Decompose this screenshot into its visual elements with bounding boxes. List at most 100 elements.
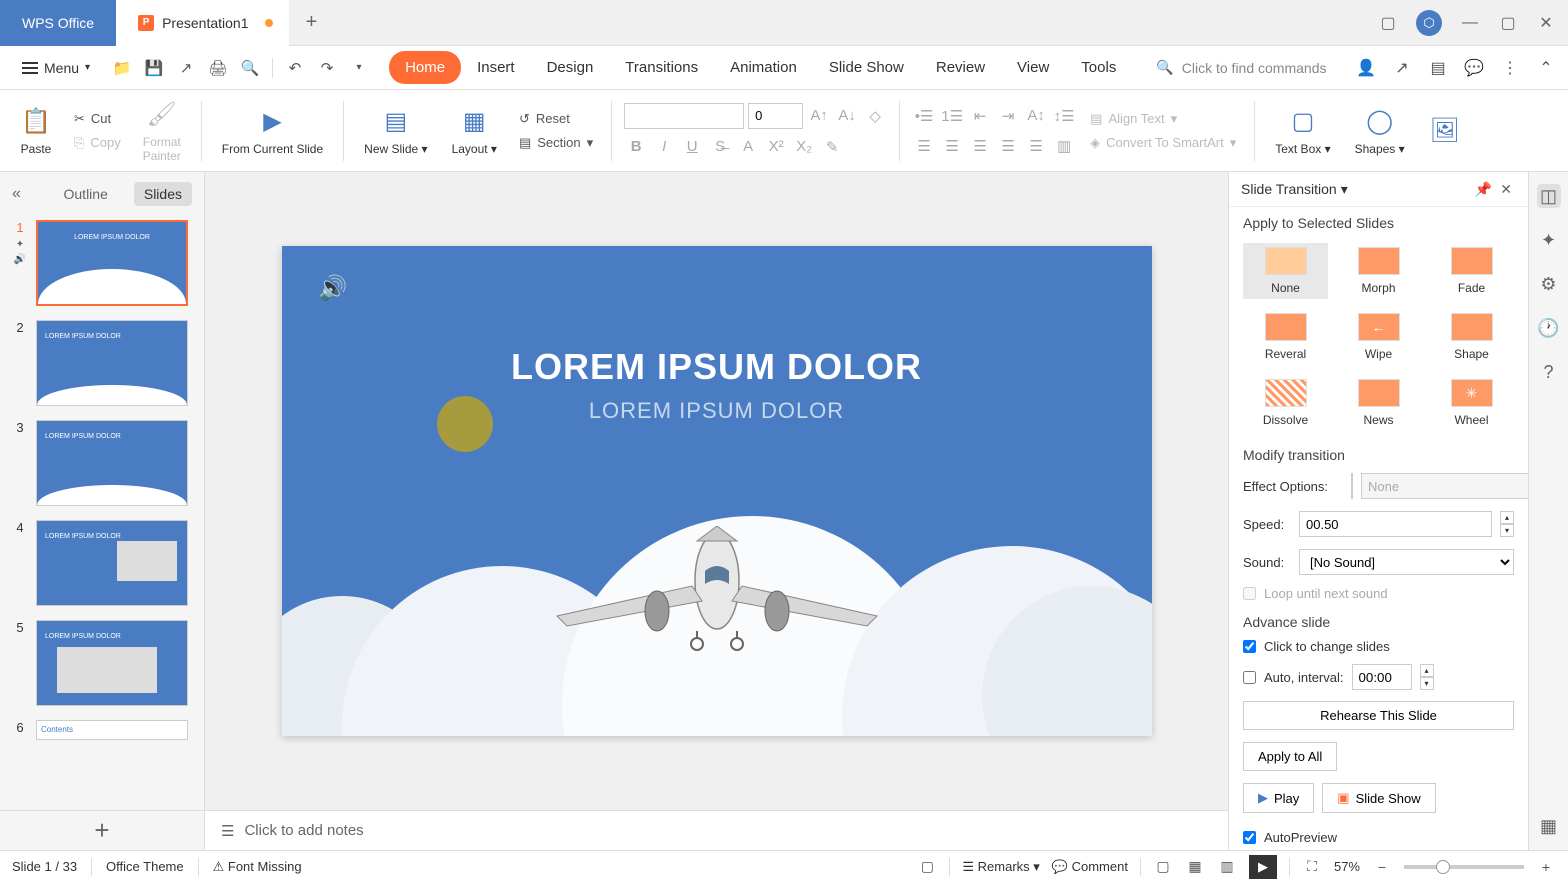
undo-icon[interactable]: ↶ [285, 58, 305, 78]
maximize-icon[interactable]: ▢ [1498, 13, 1518, 33]
auto-checkbox[interactable] [1243, 671, 1256, 684]
new-tab-button[interactable]: + [297, 8, 327, 38]
history-pane-icon[interactable]: 🕐 [1537, 316, 1561, 340]
interval-spinner[interactable]: ▴▾ [1420, 664, 1434, 690]
slide-title[interactable]: LOREM IPSUM DOLOR [282, 346, 1152, 388]
font-name-input[interactable] [624, 103, 744, 129]
tab-design[interactable]: Design [531, 51, 610, 84]
wps-cloud-icon[interactable]: ⬡ [1416, 10, 1442, 36]
outline-tab[interactable]: Outline [54, 182, 118, 206]
distribute-button[interactable]: ☰ [1024, 134, 1048, 158]
feedback-icon[interactable]: 💬 [1464, 58, 1484, 78]
columns-button[interactable]: ▥ [1052, 134, 1076, 158]
transition-fade[interactable]: Fade [1429, 243, 1514, 299]
decrease-indent-button[interactable]: ⇤ [968, 104, 992, 128]
shapes-button[interactable]: ◯ Shapes ▾ [1347, 102, 1413, 160]
cut-button[interactable]: ✂Cut [68, 109, 127, 129]
close-icon[interactable]: ✕ [1536, 13, 1556, 33]
slides-tab[interactable]: Slides [134, 182, 192, 206]
slideshow-play-button[interactable]: ▶ [1249, 855, 1277, 879]
comment-button[interactable]: 💬 Comment [1052, 859, 1128, 875]
reset-button[interactable]: ↺Reset [513, 109, 599, 129]
tab-slide-show[interactable]: Slide Show [813, 51, 920, 84]
tab-insert[interactable]: Insert [461, 51, 531, 84]
help-pane-icon[interactable]: ? [1537, 360, 1561, 384]
save-icon[interactable]: 💾 [144, 58, 164, 78]
transition-wipe[interactable]: ←Wipe [1336, 309, 1421, 365]
bold-button[interactable]: B [624, 135, 648, 159]
sound-select[interactable]: [No Sound] [1299, 549, 1514, 575]
airplane-graphic[interactable] [537, 526, 897, 666]
paste-button[interactable]: 📋 Paste [12, 102, 60, 160]
speed-input[interactable] [1299, 511, 1492, 537]
font-size-input[interactable] [748, 103, 803, 129]
font-missing-warning[interactable]: ⚠ Font Missing [213, 859, 302, 875]
slide-thumbnail[interactable]: LOREM IPSUM DOLOR [36, 620, 188, 706]
slide-thumbnail[interactable]: LOREM IPSUM DOLOR [36, 420, 188, 506]
slide-subtitle[interactable]: LOREM IPSUM DOLOR [282, 398, 1152, 424]
fit-icon[interactable]: ▢ [917, 857, 937, 877]
superscript-button[interactable]: X² [764, 135, 788, 159]
rehearse-button[interactable]: Rehearse This Slide [1243, 701, 1514, 730]
tab-review[interactable]: Review [920, 51, 1001, 84]
subscript-button[interactable]: X₂ [792, 135, 816, 159]
underline-button[interactable]: U [680, 135, 704, 159]
line-spacing-button[interactable]: ↕☰ [1052, 104, 1076, 128]
share-icon[interactable]: ↗ [1392, 58, 1412, 78]
transition-dissolve[interactable]: Dissolve [1243, 375, 1328, 431]
font-color-button[interactable]: A [736, 135, 760, 159]
menu-button[interactable]: Menu ▾ [12, 56, 100, 80]
print-preview-icon[interactable]: 🔍 [240, 58, 260, 78]
minimize-icon[interactable]: — [1460, 13, 1480, 33]
remarks-button[interactable]: ☰ Remarks ▾ [962, 859, 1039, 875]
vertical-scrollbar[interactable] [1214, 172, 1228, 810]
document-tab[interactable]: P Presentation1 [116, 0, 288, 46]
template-icon[interactable]: ▤ [1428, 58, 1448, 78]
add-slide-button[interactable]: + [0, 810, 204, 850]
speed-spinner[interactable]: ▴▾ [1500, 511, 1514, 537]
transition-news[interactable]: News [1336, 375, 1421, 431]
close-panel-icon[interactable]: ✕ [1496, 181, 1516, 198]
italic-button[interactable]: I [652, 135, 676, 159]
transition-none[interactable]: None [1243, 243, 1328, 299]
clear-format-icon[interactable]: ◇ [863, 104, 887, 128]
transition-shape[interactable]: Shape [1429, 309, 1514, 365]
tab-transitions[interactable]: Transitions [609, 51, 714, 84]
collapse-ribbon-icon[interactable]: ⌃ [1536, 58, 1556, 78]
play-button[interactable]: ▶Play [1243, 783, 1314, 813]
more-icon[interactable]: ⋮ [1500, 58, 1520, 78]
slide-thumbnail[interactable]: Contents [36, 720, 188, 740]
animation-pane-icon[interactable]: ✦ [1537, 228, 1561, 252]
highlight-button[interactable]: ✎ [820, 135, 844, 159]
command-search[interactable]: 🔍 Click to find commands [1156, 59, 1326, 76]
tab-tools[interactable]: Tools [1065, 51, 1132, 84]
text-direction-button[interactable]: A↕ [1024, 104, 1048, 128]
effect-options-select[interactable] [1361, 473, 1551, 499]
tab-animation[interactable]: Animation [714, 51, 813, 84]
pin-icon[interactable]: 📌 [1471, 181, 1496, 198]
export-icon[interactable]: ↗ [176, 58, 196, 78]
format-painter-button[interactable]: 🖌 Format Painter [135, 95, 189, 167]
thumbnail-list[interactable]: 1 ✦ 🔊 LOREM IPSUM DOLOR 2 LOREM IPSUM DO… [0, 216, 204, 810]
transition-pane-icon[interactable]: ◫ [1537, 184, 1561, 208]
loop-checkbox[interactable] [1243, 587, 1256, 600]
window-layout-icon[interactable]: ▢ [1378, 13, 1398, 33]
slide-show-button[interactable]: ▣Slide Show [1322, 783, 1435, 813]
picture-button[interactable]: 🖼 [1421, 111, 1469, 151]
collapse-sidebar-icon[interactable]: « [12, 185, 21, 203]
new-slide-button[interactable]: ▤ New Slide ▾ [356, 102, 435, 160]
autopreview-checkbox[interactable] [1243, 831, 1256, 844]
decrease-font-icon[interactable]: A↓ [835, 104, 859, 128]
transition-reveral[interactable]: Reveral [1243, 309, 1328, 365]
slide-thumbnail[interactable]: LOREM IPSUM DOLOR [36, 520, 188, 606]
auto-interval-input[interactable] [1352, 664, 1412, 690]
strikethrough-button[interactable]: S̶ [708, 135, 732, 159]
tab-view[interactable]: View [1001, 51, 1065, 84]
click-checkbox[interactable] [1243, 640, 1256, 653]
app-tab-wps[interactable]: WPS Office [0, 0, 116, 46]
settings-pane-icon[interactable]: ⚙ [1537, 272, 1561, 296]
redo-icon[interactable]: ↷ [317, 58, 337, 78]
convert-smartart-button[interactable]: ◈Convert To SmartArt ▾ [1084, 133, 1242, 153]
account-icon[interactable]: 👤 [1356, 58, 1376, 78]
tab-home[interactable]: Home [389, 51, 461, 84]
